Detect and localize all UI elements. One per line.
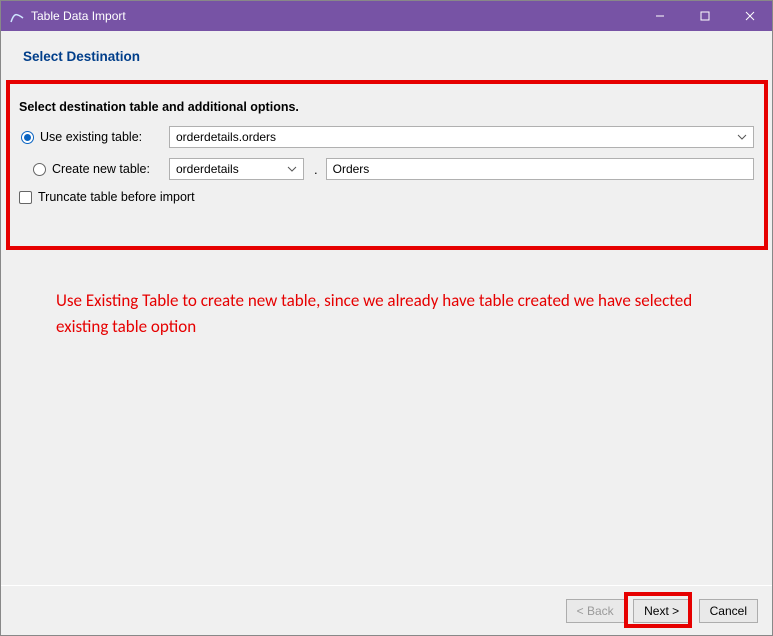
truncate-label: Truncate table before import [38,190,195,204]
create-new-row: Create new table: orderdetails . Orders [19,158,754,180]
window-title: Table Data Import [31,9,126,23]
titlebar: Table Data Import [1,1,772,31]
use-existing-radio-group[interactable]: Use existing table: [19,130,169,144]
section-heading: Select destination table and additional … [19,100,754,114]
chevron-down-icon [287,163,297,175]
truncate-row[interactable]: Truncate table before import [19,190,754,204]
create-new-radio-group[interactable]: Create new table: [19,162,169,176]
options-panel: Select destination table and additional … [1,74,772,214]
annotation-text: Use Existing Table to create new table, … [56,288,706,339]
new-schema-value: orderdetails [176,162,239,176]
next-button[interactable]: Next > [633,599,691,623]
use-existing-row: Use existing table: orderdetails.orders [19,126,754,148]
new-schema-select[interactable]: orderdetails [169,158,304,180]
new-table-value: Orders [333,162,370,176]
maximize-button[interactable] [682,1,727,31]
truncate-checkbox[interactable] [19,191,32,204]
footer: < Back Next > Cancel [1,585,772,635]
page-heading: Select Destination [1,31,772,74]
minimize-button[interactable] [637,1,682,31]
use-existing-label: Use existing table: [40,130,142,144]
create-new-label: Create new table: [52,162,150,176]
close-button[interactable] [727,1,772,31]
create-new-radio[interactable] [33,163,46,176]
existing-table-select[interactable]: orderdetails.orders [169,126,754,148]
new-table-input[interactable]: Orders [326,158,754,180]
cancel-button[interactable]: Cancel [699,599,758,623]
chevron-down-icon [737,131,747,143]
dialog-window: Table Data Import Select Destination Sel… [0,0,773,636]
back-button[interactable]: < Back [566,599,625,623]
use-existing-radio[interactable] [21,131,34,144]
app-icon [9,8,25,24]
content-area: Select destination table and additional … [1,74,772,585]
schema-table-separator: . [304,162,326,177]
existing-table-value: orderdetails.orders [176,130,276,144]
